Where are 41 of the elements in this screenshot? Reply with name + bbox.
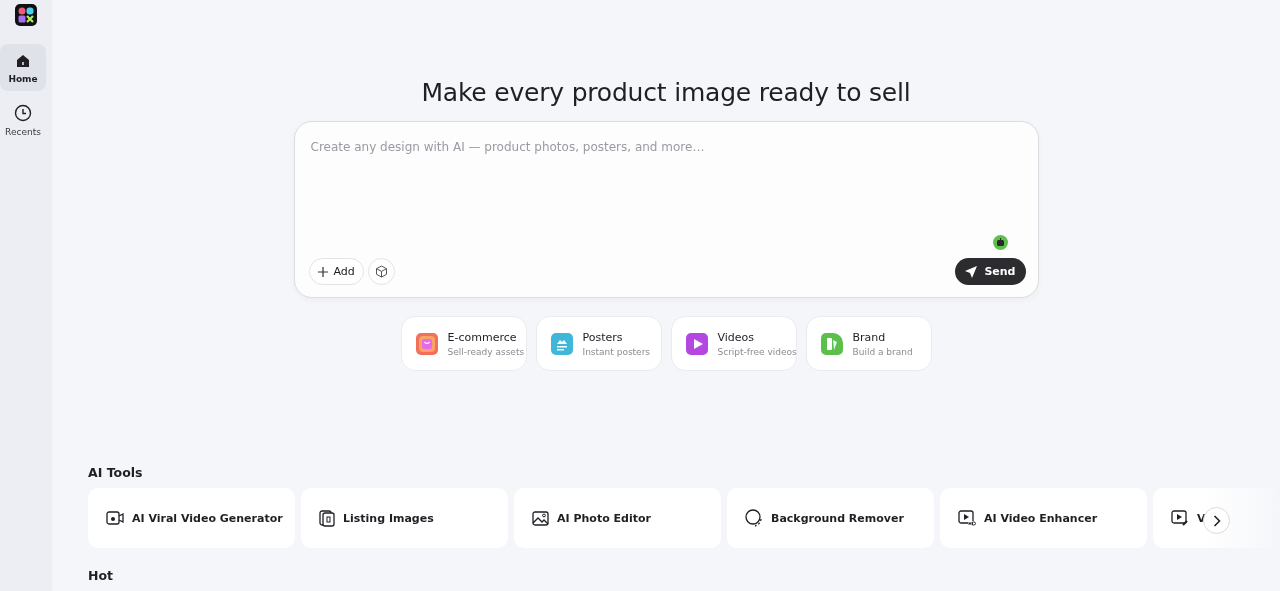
page-title: Make every product image ready to sell bbox=[421, 78, 911, 107]
category-card[interactable]: Posters Instant posters bbox=[535, 316, 662, 371]
prompt-input[interactable]: Create any design with AI — product photos, posters, and more… bbox=[308, 136, 1026, 235]
video-edit-icon bbox=[1171, 510, 1189, 526]
sidebar-item[interactable]: Home bbox=[0, 44, 46, 91]
tool-card[interactable]: Background Remover bbox=[727, 488, 934, 548]
category-subtitle: Build a brand bbox=[852, 346, 913, 357]
category-subtitle: Instant posters bbox=[582, 346, 651, 357]
category-card[interactable]: Brand Build a brand bbox=[805, 316, 932, 371]
category-card[interactable]: E-commerce Sell-ready assets bbox=[400, 316, 527, 371]
category-title: Videos bbox=[717, 330, 756, 344]
tool-card[interactable]: AI Viral Video Generator bbox=[88, 488, 295, 548]
prompt-field[interactable]: Create any design with AI — product photos, posters, and more… Add Send bbox=[293, 121, 1039, 298]
cube-icon bbox=[374, 265, 388, 278]
add-button[interactable]: Add bbox=[308, 258, 364, 285]
cards-icon bbox=[319, 509, 335, 527]
category-subtitle: Sell-ready assets bbox=[447, 346, 525, 357]
tool-card[interactable]: AI Video Enhancer bbox=[940, 488, 1147, 548]
category-subtitle: Script-free videos bbox=[717, 346, 797, 357]
hd-video-icon bbox=[958, 510, 976, 526]
app-logo[interactable] bbox=[15, 4, 37, 26]
tool-card[interactable]: AI Photo Editor bbox=[514, 488, 721, 548]
section-heading: AI Tools bbox=[88, 465, 143, 480]
chevron-right-icon bbox=[1212, 514, 1221, 527]
video-camera-icon bbox=[106, 511, 124, 525]
dashed-circle-icon bbox=[745, 509, 763, 527]
category-card[interactable]: Videos Script-free videos bbox=[670, 316, 797, 371]
plus-icon bbox=[317, 266, 328, 277]
tool-card[interactable]: Listing Images bbox=[301, 488, 508, 548]
clock-icon bbox=[14, 104, 32, 122]
sidebar-item[interactable]: Recents bbox=[0, 95, 46, 144]
robot-icon[interactable] bbox=[992, 235, 1008, 250]
model-button[interactable] bbox=[367, 258, 395, 285]
category-title: Posters bbox=[582, 330, 624, 344]
home-icon bbox=[15, 53, 31, 69]
section-heading: Hot bbox=[88, 568, 114, 583]
send-icon bbox=[965, 265, 978, 278]
category-title: E-commerce bbox=[447, 330, 518, 344]
send-button[interactable]: Send bbox=[955, 258, 1026, 285]
category-title: Brand bbox=[852, 330, 887, 344]
image-icon bbox=[532, 510, 549, 526]
